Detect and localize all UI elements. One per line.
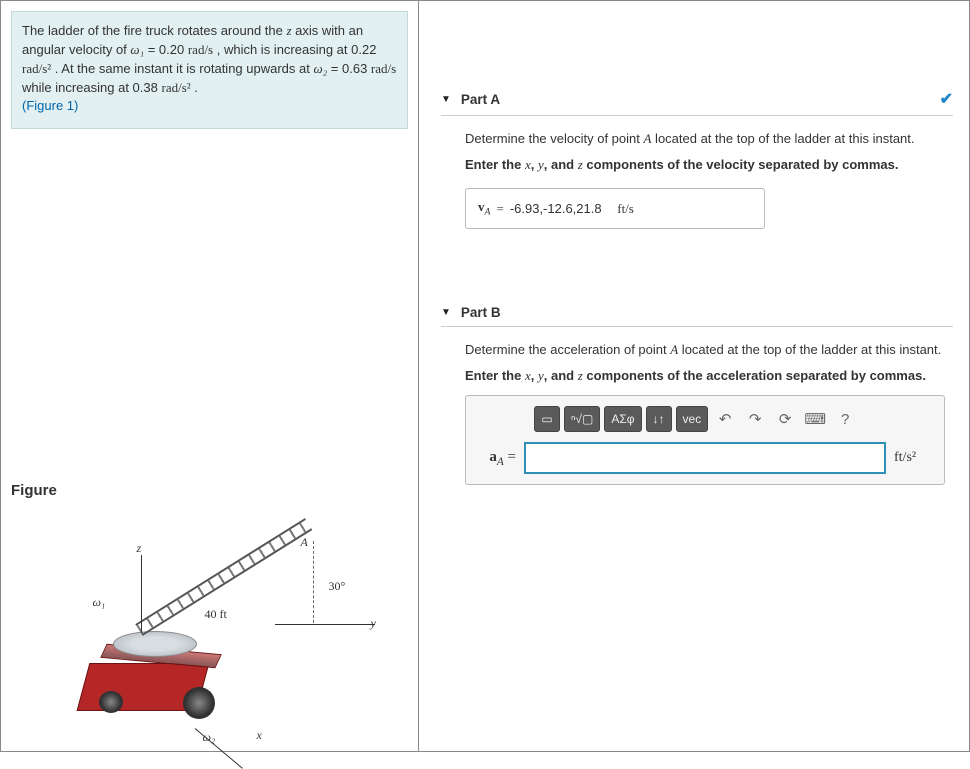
figure-section: Figure z y x A ω₁ ω₂ 30° 40 ft (1, 472, 418, 751)
equation-toolbar: ▭ ⁿ√▢ ΑΣφ ↓↑ vec ↶ ↷ ⟳ ⌨ ? (476, 406, 934, 432)
undo-icon[interactable]: ↶ (712, 406, 738, 432)
greek-button[interactable]: ΑΣφ (604, 406, 641, 432)
part-b-header[interactable]: ▼ Part B (441, 299, 953, 327)
y-axis (275, 624, 375, 625)
root-button[interactable]: ⁿ√▢ (564, 406, 600, 432)
figure-image: z y x A ω₁ ω₂ 30° 40 ft (45, 511, 375, 741)
help-icon[interactable]: ? (832, 406, 858, 432)
right-pane: ▼ Part A ✔ Determine the velocity of poi… (419, 1, 969, 751)
wheel-icon (99, 691, 123, 713)
part-a: ▼ Part A ✔ Determine the velocity of poi… (441, 83, 953, 229)
part-a-instruction1: Determine the velocity of point A locate… (465, 130, 953, 148)
part-b-answer-panel: ▭ ⁿ√▢ ΑΣφ ↓↑ vec ↶ ↷ ⟳ ⌨ ? aA = ft/s² (465, 395, 945, 485)
figure-link[interactable]: (Figure 1) (22, 98, 78, 113)
part-b-instruction2: Enter the x, y, and z components of the … (465, 367, 953, 385)
label-x: x (257, 728, 262, 743)
problem-text: . (191, 80, 198, 95)
label-z: z (137, 541, 142, 556)
part-a-unit: ft/s (617, 201, 634, 217)
problem-text: while increasing at 0.38 (22, 80, 161, 95)
equals: = (496, 201, 503, 217)
part-b-body: Determine the acceleration of point A lo… (441, 327, 953, 485)
w2-val: = 0.63 (327, 61, 371, 76)
acc-unit2: rad/s² (161, 80, 190, 95)
part-b: ▼ Part B Determine the acceleration of p… (441, 299, 953, 485)
part-b-instruction1: Determine the acceleration of point A lo… (465, 341, 953, 359)
aA-label: aA = (476, 449, 516, 468)
problem-text: . At the same instant it is rotating upw… (51, 61, 313, 76)
problem-text: The ladder of the fire truck rotates aro… (22, 23, 286, 38)
redo-icon[interactable]: ↷ (742, 406, 768, 432)
caret-down-icon: ▼ (441, 307, 451, 318)
w1-val: = 0.20 (144, 42, 188, 57)
part-a-body: Determine the velocity of point A locate… (441, 116, 953, 229)
part-a-instruction2: Enter the x, y, and z components of the … (465, 156, 953, 174)
label-A: A (301, 535, 308, 550)
problem-statement: The ladder of the fire truck rotates aro… (11, 11, 408, 129)
reset-icon[interactable]: ⟳ (772, 406, 798, 432)
part-b-input-row: aA = ft/s² (476, 442, 934, 474)
w2-unit: rad/s (371, 61, 396, 76)
caret-down-icon: ▼ (441, 94, 451, 105)
part-b-title: Part B (461, 305, 501, 320)
acc-unit: rad/s² (22, 61, 51, 76)
checkmark-icon: ✔ (940, 89, 953, 109)
turntable (113, 631, 197, 657)
w2-var: ω₂ (313, 61, 327, 76)
z-axis (141, 555, 142, 633)
x-axis (194, 728, 242, 769)
left-pane: The ladder of the fire truck rotates aro… (1, 1, 419, 751)
vA-label: vA (478, 199, 490, 218)
part-b-answer-input[interactable] (524, 442, 886, 474)
part-a-title: Part A (461, 92, 500, 107)
label-y: y (371, 616, 376, 631)
label-w2: ω₂ (203, 730, 216, 745)
vector-button[interactable]: vec (676, 406, 709, 432)
template-button[interactable]: ▭ (534, 406, 560, 432)
part-a-answer-value: -6.93,-12.6,21.8 (510, 201, 602, 216)
label-angle: 30° (329, 579, 346, 594)
part-b-unit: ft/s² (894, 450, 934, 466)
label-length: 40 ft (205, 607, 227, 622)
wheel-icon (183, 687, 215, 719)
w1-unit: rad/s (188, 42, 213, 57)
subscript-button[interactable]: ↓↑ (646, 406, 672, 432)
label-w1: ω₁ (93, 595, 106, 610)
keyboard-icon[interactable]: ⌨ (802, 406, 828, 432)
angle-dash (313, 541, 314, 623)
w1-var: ω₁ (130, 42, 144, 57)
part-a-header[interactable]: ▼ Part A ✔ (441, 83, 953, 116)
part-a-answer-box: vA = -6.93,-12.6,21.8 ft/s (465, 188, 765, 229)
problem-text: , which is increasing at 0.22 (213, 42, 376, 57)
figure-title: Figure (11, 482, 408, 499)
